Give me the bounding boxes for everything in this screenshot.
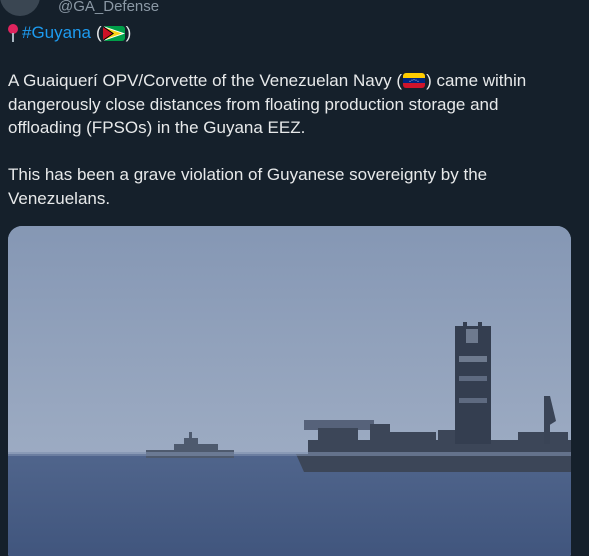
guyana-flag-icon [102, 25, 125, 41]
tweet-paragraph-1: A Guaiquerí OPV/Corvette of the Venezuel… [8, 69, 568, 140]
round-pushpin-icon [8, 23, 18, 43]
venezuela-flag-icon [403, 73, 426, 88]
author-handle[interactable]: @GA_Defense [58, 0, 159, 15]
open-paren: ( [96, 23, 102, 42]
paragraph-1-start: A Guaiquerí OPV/Corvette of the Venezuel… [8, 71, 403, 90]
derrick-tower [455, 322, 491, 444]
hashtag-line: #Guyana ( ) [8, 22, 131, 44]
tweet: @GA_Defense #Guyana ( ) A Guaiquerí OPV/… [0, 0, 589, 556]
tweet-text: A Guaiquerí OPV/Corvette of the Venezuel… [8, 69, 568, 210]
video-still[interactable] [8, 226, 571, 556]
ship-scene-image [8, 226, 571, 556]
avatar[interactable] [0, 0, 40, 16]
tweet-paragraph-2: This has been a grave violation of Guyan… [8, 165, 488, 208]
close-paren: ) [125, 23, 132, 42]
hashtag-link[interactable]: #Guyana [22, 22, 91, 44]
